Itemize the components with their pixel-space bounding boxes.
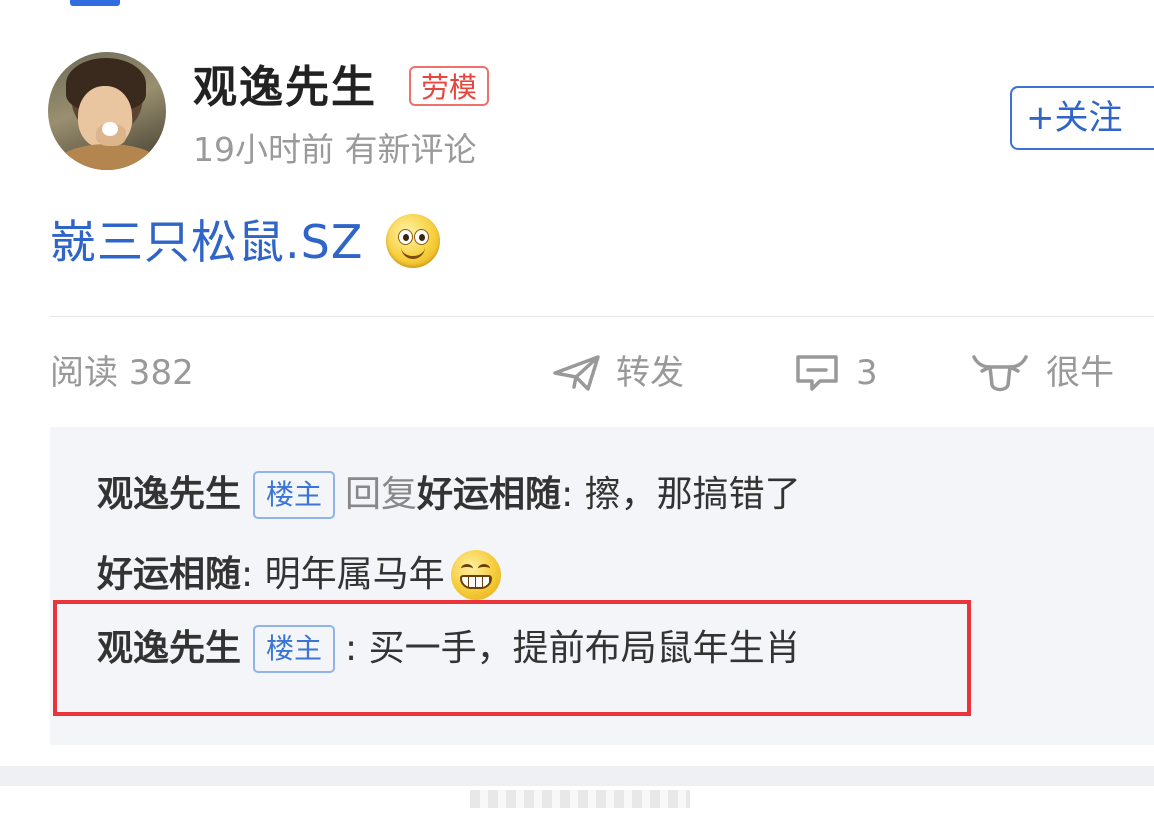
- comment-button[interactable]: 3: [794, 350, 878, 396]
- post-time: 19小时前: [193, 130, 334, 169]
- author-name[interactable]: 观逸先生: [193, 62, 377, 114]
- bull-like-button[interactable]: 很牛: [970, 350, 1114, 396]
- follow-button[interactable]: +关注: [1010, 86, 1154, 150]
- author-badge: 劳模: [409, 66, 490, 106]
- paper-plane-icon: [553, 355, 600, 391]
- reply-text: : 擦，那搞错了: [561, 474, 801, 515]
- next-item-partial: [470, 790, 690, 808]
- avatar-shirt: [56, 144, 160, 170]
- like-label: 很牛: [1046, 353, 1114, 393]
- comment-bubble-icon: [796, 355, 838, 391]
- reply-author[interactable]: 观逸先生: [97, 470, 241, 520]
- reply-author[interactable]: 好运相随: [97, 550, 241, 600]
- reply-target[interactable]: 好运相随: [417, 470, 561, 520]
- forward-button[interactable]: 转发: [552, 350, 684, 396]
- comment-count: 3: [856, 353, 878, 393]
- forward-label: 转发: [616, 353, 684, 393]
- reply-text: : 明年属马年: [241, 554, 445, 595]
- reply-item[interactable]: 好运相随 : 明年属马年: [97, 550, 501, 600]
- smile-emoji-icon: [386, 214, 440, 268]
- avatar-egg: [102, 122, 118, 136]
- highlight-annotation-box: [53, 600, 971, 716]
- reply-word: 回复: [345, 474, 418, 515]
- reply-item[interactable]: 观逸先生 楼主 回复 好运相随 : 擦，那搞错了: [97, 470, 801, 520]
- grin-emoji-icon: [450, 550, 501, 600]
- owner-tag: 楼主: [253, 471, 336, 519]
- avatar[interactable]: [48, 52, 166, 170]
- post-meta: 19小时前 有新评论: [193, 128, 477, 172]
- read-count: 阅读 382: [50, 353, 194, 393]
- section-separator: [0, 766, 1154, 786]
- post-status: 有新评论: [344, 130, 477, 169]
- divider: [50, 316, 1154, 317]
- post-content[interactable]: 㠇三只松鼠.SZ: [50, 213, 363, 271]
- bull-head-icon: [972, 355, 1028, 392]
- top-edge-indicator: [70, 0, 120, 6]
